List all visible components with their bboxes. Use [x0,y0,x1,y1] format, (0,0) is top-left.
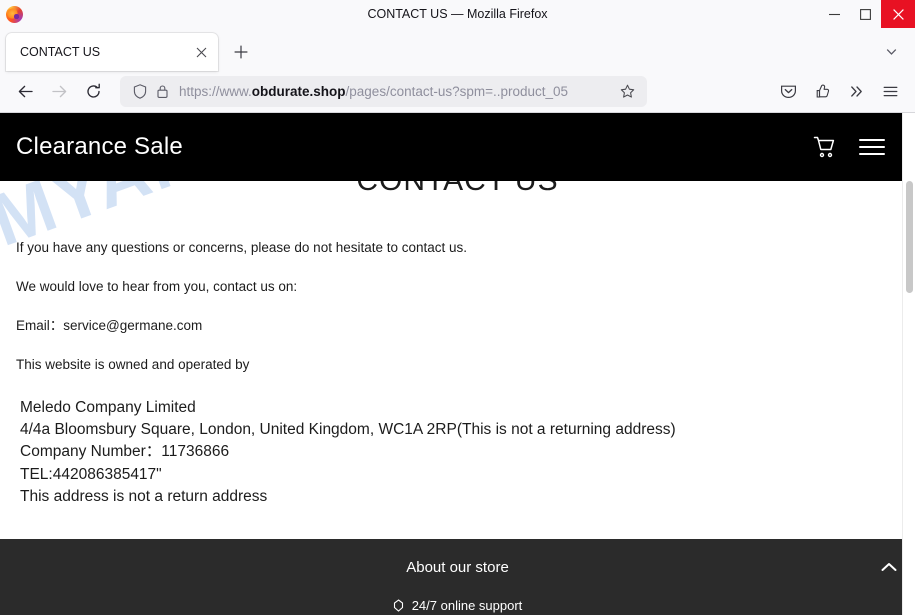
contact-email-line: Email：service@germane.com [16,317,203,333]
chevron-up-icon[interactable] [881,562,897,573]
paragraph-hear-from-you: We would love to hear from you, contact … [16,278,298,294]
tab-title: CONTACT US [20,45,101,59]
list-all-tabs-icon[interactable] [877,37,905,65]
shield-icon[interactable] [129,81,151,103]
pocket-icon[interactable] [771,76,805,108]
site-header: Clearance Sale [0,113,915,181]
tab-close-icon[interactable] [190,41,212,63]
scrollbar-thumb[interactable] [906,181,913,293]
window-title: CONTACT US — Mozilla Firefox [367,7,548,21]
page-scrollbar[interactable] [902,113,915,615]
support-icon [393,598,404,612]
lock-icon[interactable] [151,81,173,103]
page-content: If you have any questions or concerns, p… [0,199,915,509]
site-header-icons [812,135,899,160]
url-path: /pages/contact-us?spm=..product_05 [345,84,569,99]
company-number: Company Number：11736866 [20,443,230,461]
firefox-window: CONTACT US — Mozilla Firefox CONTACT US [0,0,915,615]
footer-sub-item: 24/7 online support [0,595,915,615]
account-icon[interactable] [805,76,839,108]
firefox-logo-icon [6,5,23,23]
tab-strip: CONTACT US [0,28,915,71]
back-button-icon[interactable] [8,76,42,108]
company-telephone: TEL:442086385417" [20,465,162,483]
bookmark-star-icon[interactable] [615,80,639,104]
navigation-toolbar: https://www.obdurate.shop/pages/contact-… [0,71,915,113]
url-text: https://www.obdurate.shop/pages/contact-… [179,84,615,99]
footer-sub-label: 24/7 online support [411,597,523,613]
forward-button-icon[interactable] [42,76,76,108]
overflow-chevrons-icon[interactable] [839,76,873,108]
maximize-button[interactable] [850,0,881,28]
page-viewport: MYANTISPYWARE.COM CONTACT US If you have… [0,113,915,615]
app-menu-icon[interactable] [873,76,907,108]
toolbar-actions [771,76,907,108]
new-tab-button[interactable] [226,37,256,67]
paragraph-owned-operated: This website is owned and operated by [16,356,250,372]
hamburger-menu-icon[interactable] [859,137,885,157]
title-bar: CONTACT US — Mozilla Firefox [0,0,915,28]
paragraph-intro: If you have any questions or concerns, p… [16,240,468,255]
browser-tab[interactable]: CONTACT US [6,33,218,71]
url-prefix: https://www. [179,84,252,99]
company-address: 4/4a Bloomsbury Square, London, United K… [20,420,676,438]
site-brand-logo[interactable]: Clearance Sale [16,133,183,161]
site-footer: About our store 24/7 online support [0,539,915,615]
footer-accordion-header[interactable]: About our store [0,539,915,595]
company-name: Meledo Company Limited [20,398,196,416]
cart-icon[interactable] [812,135,837,160]
reload-button-icon[interactable] [76,76,110,108]
minimize-button[interactable] [819,0,850,28]
company-details: Meledo Company Limited 4/4a Bloomsbury S… [16,397,899,509]
close-button[interactable] [881,0,915,28]
url-bar[interactable]: https://www.obdurate.shop/pages/contact-… [120,76,647,107]
footer-title: About our store [406,558,509,576]
company-return-notice: This address is not a return address [20,488,268,506]
url-domain: obdurate.shop [251,84,346,99]
window-controls [819,0,915,28]
